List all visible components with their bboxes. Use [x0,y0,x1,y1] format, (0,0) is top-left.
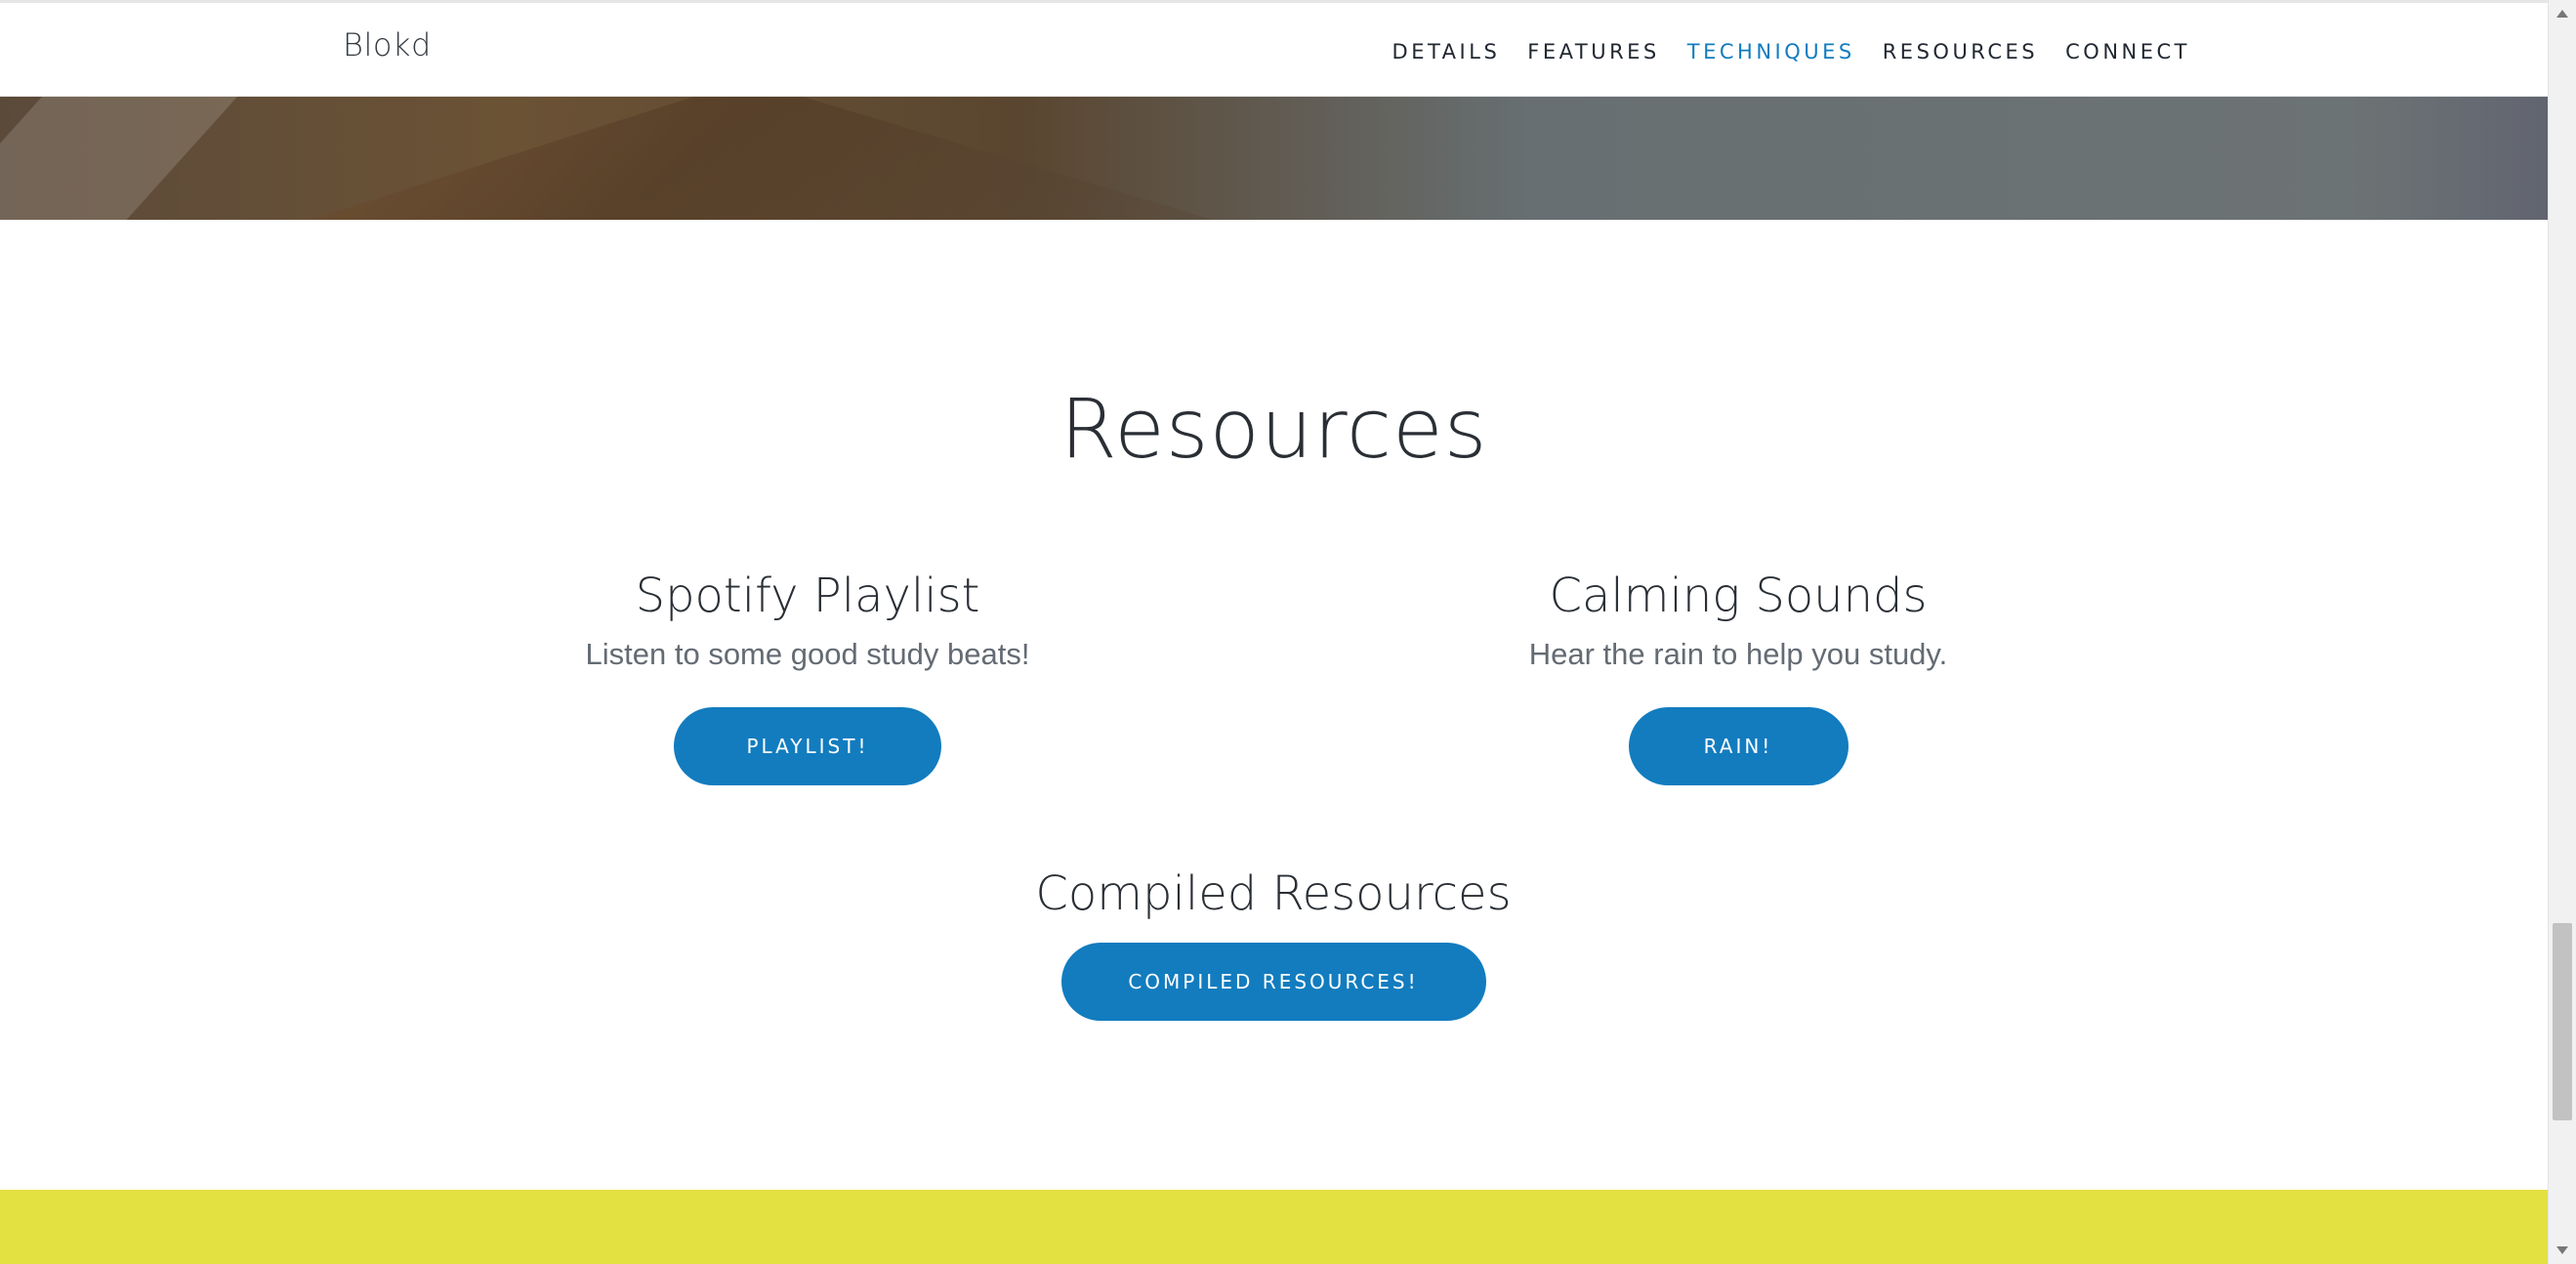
rain-button[interactable]: RAIN! [1628,707,1849,785]
resource-card-spotify: Spotify Playlist Listen to some good stu… [563,569,1052,785]
resource-card-title: Spotify Playlist [635,569,980,623]
scroll-up-arrow-icon[interactable] [2556,10,2568,18]
hero-roof-shape [311,97,1213,220]
hero-image-strip [0,97,2548,220]
nav-links: DETAILS FEATURES TECHNIQUES RESOURCES CO… [1392,40,2190,63]
page: Blokd DETAILS FEATURES TECHNIQUES RESOUR… [0,0,2548,1264]
vertical-scrollbar[interactable] [2548,0,2576,1264]
resource-card-text: Listen to some good study beats! [585,637,1030,671]
scroll-down-arrow-icon[interactable] [2556,1246,2568,1254]
compiled-resources-button[interactable]: COMPILED RESOURCES! [1060,943,1486,1021]
nav-link-features[interactable]: FEATURES [1527,40,1659,63]
footer-color-band [0,1190,2548,1264]
nav-link-details[interactable]: DETAILS [1392,40,1501,63]
resource-card-title: Compiled Resources [1035,866,1512,921]
nav-link-connect[interactable]: CONNECT [2065,40,2190,63]
navbar: Blokd DETAILS FEATURES TECHNIQUES RESOUR… [0,0,2548,97]
nav-link-resources[interactable]: RESOURCES [1883,40,2038,63]
hero-light-shape [0,97,247,220]
hero-blur-shape [2352,97,2548,220]
resources-heading: Resources [1059,381,1488,477]
resource-card-title: Calming Sounds [1549,569,1928,623]
resource-card-text: Hear the rain to help you study. [1528,637,1948,671]
playlist-button[interactable]: PLAYLIST! [674,707,941,785]
resource-card-compiled: Compiled Resources COMPILED RESOURCES! [932,866,1615,1021]
scrollbar-thumb[interactable] [2553,923,2572,1120]
resource-card-calming-sounds: Calming Sounds Hear the rain to help you… [1494,569,1982,785]
nav-link-techniques[interactable]: TECHNIQUES [1687,40,1855,63]
brand-logo-text[interactable]: Blokd [343,26,432,63]
